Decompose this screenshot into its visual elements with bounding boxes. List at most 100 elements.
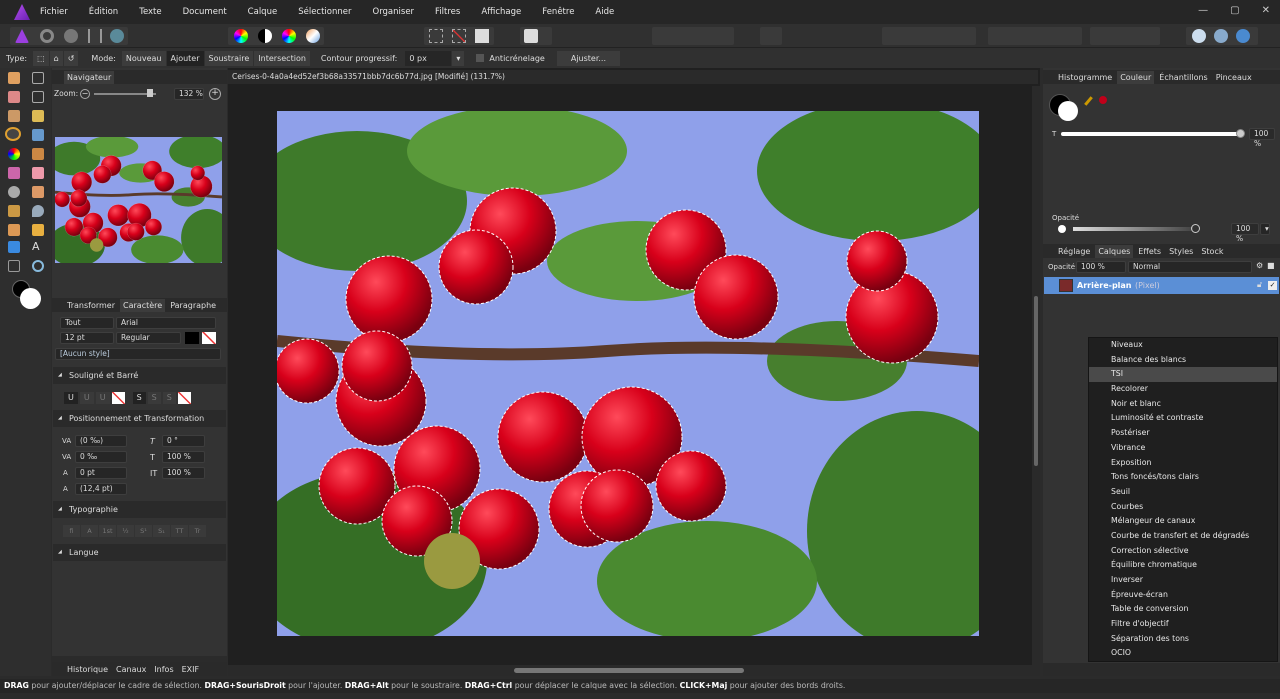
tab-stock[interactable]: Stock <box>1198 245 1226 258</box>
mode-subtract[interactable]: Soustraire <box>204 50 254 66</box>
double-strike-button[interactable]: S <box>147 392 161 404</box>
tab-swatches[interactable]: Échantillons <box>1156 71 1210 84</box>
kerning-field[interactable]: (0 ‰) <box>75 435 127 447</box>
blend-mode-dropdown[interactable]: Normal <box>1128 261 1252 273</box>
horizontal-scrollbar-thumb[interactable] <box>514 668 744 673</box>
select-all-icon[interactable] <box>429 29 443 43</box>
tab-character[interactable]: Caractère <box>120 298 166 312</box>
strike-color-swatch[interactable] <box>177 392 191 404</box>
secondary-color-swatch[interactable] <box>20 288 41 309</box>
menu-7[interactable]: Filtres <box>435 7 460 17</box>
typography-button[interactable]: S¹ <box>135 525 152 537</box>
develop-persona-icon[interactable] <box>64 29 78 43</box>
tint-slider[interactable] <box>1061 132 1239 136</box>
erase-tool-icon[interactable] <box>32 167 44 179</box>
shape-tool-icon[interactable] <box>8 241 20 253</box>
menu-9[interactable]: Fenêtre <box>542 7 574 17</box>
underline-button[interactable]: U <box>64 392 78 404</box>
assistant-button[interactable] <box>760 27 782 45</box>
adjustment-menu-item[interactable]: Seuil <box>1089 485 1277 500</box>
tab-adjustment[interactable]: Réglage <box>1055 245 1093 258</box>
layer-visibility-checkbox[interactable]: ✓ <box>1268 281 1277 290</box>
opacity-dropdown[interactable]: ▾ <box>1260 223 1270 235</box>
tab-brushes[interactable]: Pinceaux <box>1213 71 1255 84</box>
auto-color-icon[interactable] <box>306 29 320 43</box>
tab-layers[interactable]: Calques <box>1095 244 1134 258</box>
blur-tool-icon[interactable] <box>32 205 44 217</box>
eyedropper-icon[interactable] <box>1084 96 1093 106</box>
gradient-tool-icon[interactable] <box>8 148 20 160</box>
polygon-type-button[interactable]: ⌂ <box>49 50 63 66</box>
white-balance-icon[interactable] <box>258 29 272 43</box>
zoom-slider-handle[interactable] <box>147 89 153 97</box>
typography-button[interactable]: TT <box>171 525 188 537</box>
tracking-field[interactable]: 0 ‰ <box>75 451 127 463</box>
adjustment-menu-item[interactable]: Courbe de transfert et de dégradés <box>1089 529 1277 544</box>
boolean-group[interactable] <box>1186 27 1258 45</box>
layer-row[interactable]: Arrière-plan (Pixel) 🔓︎ ✓ <box>1044 277 1279 294</box>
adjustment-menu-item[interactable]: Exposition <box>1089 456 1277 471</box>
adjustment-menu-item[interactable]: Vibrance <box>1089 441 1277 456</box>
paint-brush-tool-icon[interactable] <box>32 148 44 160</box>
tab-transform[interactable]: Transformer <box>64 299 118 312</box>
fill-tool-icon[interactable] <box>32 129 44 141</box>
picked-color-swatch[interactable] <box>1098 95 1108 105</box>
strikethrough-button[interactable]: S <box>132 392 146 404</box>
hsl-icon[interactable] <box>282 29 296 43</box>
tint-value-field[interactable]: 100 % <box>1249 128 1275 148</box>
menu-4[interactable]: Calque <box>248 7 278 17</box>
adjustment-menu-item[interactable]: Correction sélective <box>1089 544 1277 559</box>
export-persona-icon[interactable] <box>110 29 124 43</box>
adjustment-menu-item[interactable]: Équilibre chromatique <box>1089 558 1277 573</box>
align-group[interactable] <box>988 27 1082 45</box>
menu-10[interactable]: Aide <box>595 7 614 17</box>
healing-tool-icon[interactable] <box>8 205 20 217</box>
underline-color-swatch[interactable] <box>111 392 125 404</box>
subtract-icon[interactable] <box>1214 29 1228 43</box>
menu-2[interactable]: Texte <box>139 7 161 17</box>
menu-3[interactable]: Document <box>183 7 227 17</box>
arrange-group[interactable] <box>882 27 976 45</box>
intersect-icon[interactable] <box>1236 29 1250 43</box>
menu-5[interactable]: Sélectionner <box>298 7 351 17</box>
selection-brush-tool-icon[interactable] <box>8 110 20 122</box>
vertical-scrollbar-thumb[interactable] <box>1034 296 1038 466</box>
mode-add[interactable]: Ajouter <box>166 50 204 66</box>
text-tool-icon[interactable]: A <box>32 241 44 253</box>
document-image[interactable] <box>277 111 979 636</box>
tab-info[interactable]: Infos <box>151 663 176 676</box>
vertical-scale-field[interactable]: 100 % <box>162 451 205 463</box>
zoom-in-button[interactable]: + <box>209 88 221 100</box>
text-bg-color-swatch[interactable] <box>202 332 216 344</box>
tab-history[interactable]: Historique <box>64 663 111 676</box>
leading-field[interactable]: (12,4 pt) <box>75 483 127 495</box>
feather-input[interactable]: 0 px <box>405 50 452 66</box>
adjustment-menu-item[interactable]: Niveaux <box>1089 338 1277 353</box>
opacity-slider-handle[interactable] <box>1191 224 1200 233</box>
adjustment-menu-item[interactable]: Séparation des tons <box>1089 632 1277 647</box>
thick-strike-button[interactable]: S <box>162 392 176 404</box>
positioning-section-header[interactable]: Positionnement et Transformation <box>53 410 226 427</box>
tab-styles[interactable]: Styles <box>1166 245 1196 258</box>
color-picker-tool-icon[interactable] <box>8 91 20 103</box>
ellipse-marquee-tool-icon[interactable] <box>5 127 21 141</box>
typography-button[interactable]: 1st <box>99 525 116 537</box>
pen-tool-icon[interactable] <box>8 224 20 236</box>
menu-1[interactable]: Édition <box>89 7 118 17</box>
baseline-field[interactable]: 0 pt <box>75 467 127 479</box>
document-tab[interactable]: Cerises-0-4a0a4ed52ef3b68a33571bbb7dc6b7… <box>228 70 1038 84</box>
menu-0[interactable]: Fichier <box>40 7 68 17</box>
lock-icon[interactable]: ■ <box>1267 261 1275 270</box>
flood-select-tool-icon[interactable] <box>32 110 44 122</box>
zoom-out-button[interactable]: − <box>80 89 90 99</box>
tab-navigator[interactable]: Navigateur <box>64 70 115 84</box>
mode-new[interactable]: Nouveau <box>121 50 166 66</box>
adjustment-menu-item[interactable]: Épreuve-écran <box>1089 588 1277 603</box>
close-button[interactable]: ✕ <box>1262 5 1270 16</box>
menu-6[interactable]: Organiser <box>373 7 415 17</box>
mesh-warp-tool-icon[interactable] <box>8 260 20 272</box>
invert-selection-icon[interactable] <box>475 29 489 43</box>
alignment-button[interactable] <box>1132 27 1160 45</box>
horizontal-scrollbar[interactable] <box>228 665 1040 676</box>
adjustment-menu-item[interactable]: Postériser <box>1089 426 1277 441</box>
